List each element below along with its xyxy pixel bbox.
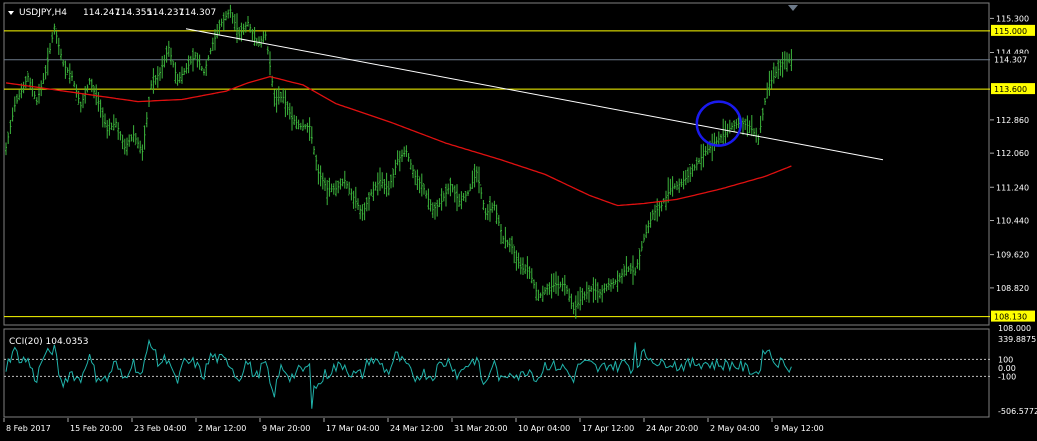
time-tick-label: 24 Mar 12:00: [390, 424, 443, 433]
time-tick-label: 2 Mar 12:00: [198, 424, 246, 433]
price-tick-label: 111.240: [996, 183, 1029, 192]
cci-tick-label: -506.5772: [998, 407, 1037, 416]
price-tick-label: 115.300: [996, 14, 1029, 23]
time-tick-label: 10 Apr 04:00: [518, 424, 570, 433]
time-tick-label: 17 Mar 04:00: [326, 424, 379, 433]
time-tick-label: 23 Feb 04:00: [134, 424, 186, 433]
ohlc-close: 114.307: [179, 8, 216, 18]
price-tick-label: 108.820: [996, 284, 1029, 293]
chart-canvas[interactable]: USDJPY,H4 114.247 114.355 114.237 114.30…: [0, 0, 1037, 441]
time-tick-label: 17 Apr 12:00: [582, 424, 634, 433]
time-tick-label: 9 May 12:00: [774, 424, 824, 433]
cci-title: CCI(20) 104.0353: [9, 337, 89, 347]
time-tick-label: 31 Mar 20:00: [454, 424, 507, 433]
level-label-1: 113.600: [994, 85, 1027, 94]
symbol-label: USDJPY,H4: [19, 8, 67, 18]
chart-background: [0, 0, 1037, 441]
current-price-label: 114.307: [994, 56, 1027, 65]
price-tick-label: 112.860: [996, 116, 1029, 125]
price-tick-label: 110.440: [996, 217, 1029, 226]
level-label-0: 115.000: [994, 27, 1027, 36]
time-tick-label: 9 Mar 20:00: [262, 424, 310, 433]
level-label-2: 108.130: [994, 313, 1027, 322]
time-tick-label: 24 Apr 20:00: [646, 424, 698, 433]
price-tick-label: 109.620: [996, 251, 1029, 260]
price-bottom-label: 108.000: [998, 324, 1031, 333]
price-tick-label: 112.060: [996, 149, 1029, 158]
time-tick-label: 8 Feb 2017: [6, 424, 51, 433]
time-tick-label: 15 Feb 20:00: [70, 424, 122, 433]
cci-tick-label: -100: [998, 372, 1016, 381]
cci-tick-label: 339.8875: [998, 335, 1036, 344]
time-tick-label: 2 May 04:00: [710, 424, 760, 433]
